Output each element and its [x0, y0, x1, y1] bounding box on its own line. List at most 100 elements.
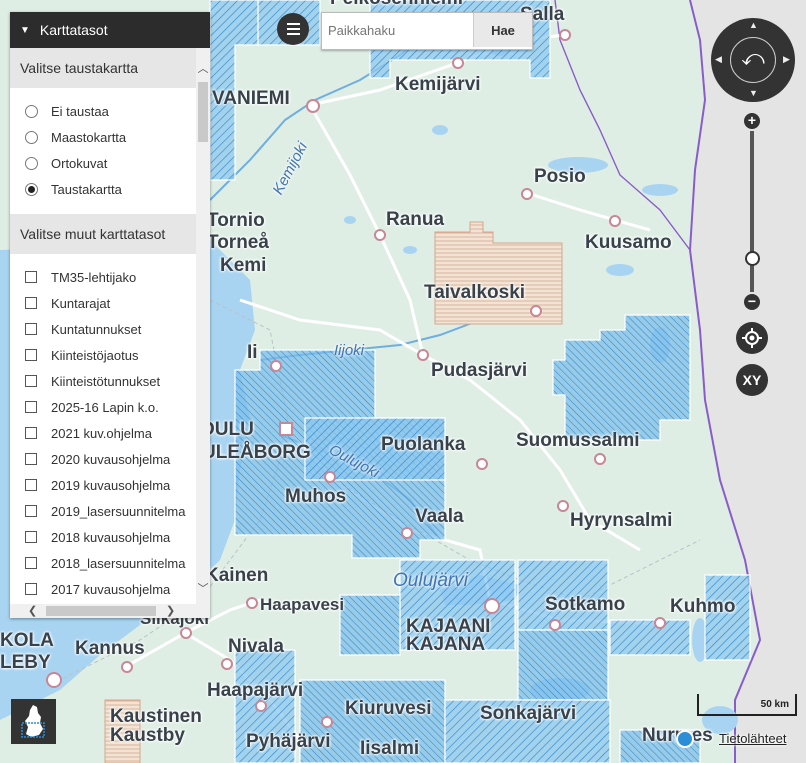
layer-option[interactable]: TM35-lehtijako — [10, 264, 196, 290]
scale-bar: 50 km — [697, 694, 797, 716]
pan-control[interactable]: ▲ ▼ ◀ ▶ ⤺ — [711, 18, 795, 102]
menu-button[interactable] — [277, 13, 309, 45]
place-label: Pudasjärvi — [431, 360, 528, 381]
layer-option[interactable]: 2021 kuv.ohjelma — [10, 420, 196, 446]
zoom-in-button[interactable]: + — [744, 113, 760, 129]
radio-button[interactable] — [25, 130, 38, 144]
layer-option[interactable]: 2025-16 Lapin k.o. — [10, 394, 196, 420]
option-label: Ortokuvat — [51, 155, 108, 171]
other-layers-section-title: Valitse muut karttatasot — [10, 214, 196, 254]
radio-button-selected[interactable] — [25, 182, 38, 196]
place-label: Kannus — [75, 638, 145, 659]
layer-label: Kiinteistöjaotus — [51, 347, 139, 363]
horizontal-scrollbar[interactable]: ❮ ❯ — [10, 604, 210, 618]
layer-option[interactable]: 2020 kuvausohjelma — [10, 446, 196, 472]
zoom-slider-handle[interactable] — [745, 251, 760, 266]
layer-label: 2019_lasersuunnitelma — [51, 503, 186, 519]
layer-option[interactable]: Kuntarajat — [10, 290, 196, 316]
place-label: ULEÅBORG — [202, 442, 311, 463]
layer-option[interactable]: 2018_lasersuunnitelma — [10, 550, 196, 576]
layer-option[interactable]: Kuntatunnukset — [10, 316, 196, 342]
radio-button[interactable] — [25, 104, 38, 118]
place-label: Kemijärvi — [395, 74, 481, 95]
locate-icon — [742, 328, 762, 348]
scroll-right-arrow-icon[interactable]: ❯ — [166, 604, 175, 618]
scroll-left-arrow-icon[interactable]: ❮ — [28, 604, 37, 618]
background-option[interactable]: Ortokuvat — [10, 150, 196, 176]
checkbox[interactable] — [25, 349, 37, 361]
checkbox[interactable] — [25, 479, 37, 491]
layer-label: 2017 kuvausohjelma — [51, 581, 171, 597]
checkbox[interactable] — [25, 427, 37, 439]
place-label: Sotkamo — [545, 594, 626, 615]
checkbox[interactable] — [25, 297, 37, 309]
hamburger-icon-line — [286, 28, 300, 30]
vertical-scrollbar[interactable]: ︿ ﹀ — [196, 48, 210, 604]
place-label: VANIEMI — [212, 88, 290, 109]
place-label: Muhos — [285, 486, 347, 507]
layer-label: 2021 kuv.ohjelma — [51, 425, 152, 441]
option-label: Ei taustaa — [51, 103, 109, 119]
layer-option[interactable]: 2017 kuvausohjelma — [10, 576, 196, 602]
layer-panel: ▼ Karttatasot Valitse taustakartta Ei ta… — [10, 12, 210, 618]
checkbox[interactable] — [25, 323, 37, 335]
place-label: Kemi — [220, 255, 267, 276]
layer-label: 2019 kuvausohjelma — [51, 477, 171, 493]
checkbox[interactable] — [25, 557, 37, 569]
pan-right-arrow-icon[interactable]: ▶ — [783, 54, 790, 65]
layer-option[interactable]: 2019 kuvausohjelma — [10, 472, 196, 498]
background-option[interactable]: Taustakartta — [10, 176, 196, 202]
reset-view-icon[interactable]: ⤺ — [739, 44, 767, 72]
checkbox[interactable] — [25, 453, 37, 465]
place-label: Iisalmi — [360, 738, 420, 759]
option-label: Maastokartta — [51, 129, 127, 145]
place-label: Pelkosenniemi — [330, 0, 463, 10]
pan-up-arrow-icon[interactable]: ▲ — [749, 20, 758, 30]
scrollbar-thumb[interactable] — [46, 606, 156, 616]
layer-label: TM35-lehtijako — [51, 269, 137, 285]
lake-label: Oulujärvi — [393, 570, 468, 591]
scroll-down-arrow-icon[interactable]: ﹀ — [196, 582, 210, 596]
checkbox[interactable] — [25, 271, 37, 283]
place-label: Nivala — [228, 636, 284, 657]
pan-down-arrow-icon[interactable]: ▼ — [749, 88, 758, 98]
locate-button[interactable] — [736, 322, 768, 354]
xy-coordinates-button[interactable]: XY — [736, 364, 768, 396]
checkbox[interactable] — [25, 505, 37, 517]
zoom-out-button[interactable]: − — [744, 294, 760, 310]
scroll-up-arrow-icon[interactable]: ︿ — [196, 62, 210, 76]
layer-option[interactable]: 2018 kuvausohjelma — [10, 524, 196, 550]
search-button[interactable]: Hae — [473, 13, 532, 47]
zoom-slider-track[interactable] — [750, 131, 754, 292]
search-input[interactable] — [322, 13, 474, 47]
checkbox[interactable] — [25, 375, 37, 387]
layer-label: 2020 kuvausohjelma — [51, 451, 171, 467]
background-option[interactable]: Ei taustaa — [10, 98, 196, 124]
place-label: Kuusamo — [585, 232, 672, 253]
place-label: KAJANA — [406, 634, 486, 655]
overview-map-button[interactable] — [11, 699, 56, 744]
place-label: Posio — [534, 166, 586, 187]
place-label: Torneå — [207, 232, 269, 253]
place-label: Haapavesi — [260, 595, 345, 614]
layer-panel-body: Valitse taustakartta Ei taustaa Maastoka… — [10, 48, 196, 604]
layer-option[interactable]: Kiinteistötunnukset — [10, 368, 196, 394]
hamburger-icon-line — [286, 33, 300, 35]
background-option[interactable]: Maastokartta — [10, 124, 196, 150]
attribution-link[interactable]: Tietolähteet — [719, 731, 786, 746]
layer-label: 2025-16 Lapin k.o. — [51, 399, 159, 415]
layer-panel-header[interactable]: ▼ Karttatasot — [10, 12, 210, 48]
radio-button[interactable] — [25, 156, 38, 170]
scrollbar-thumb[interactable] — [198, 82, 208, 142]
layer-option[interactable]: Kiinteistöjaotus — [10, 342, 196, 368]
layer-label: Kuntarajat — [51, 295, 111, 311]
layer-panel-title: Karttatasot — [39, 22, 108, 38]
layer-label: Kiinteistötunnukset — [51, 373, 161, 389]
checkbox[interactable] — [25, 583, 37, 595]
pan-left-arrow-icon[interactable]: ◀ — [715, 54, 722, 65]
checkbox[interactable] — [25, 531, 37, 543]
search-box: Hae — [321, 12, 533, 50]
layer-option[interactable]: 2019_lasersuunnitelma — [10, 498, 196, 524]
place-label: Puolanka — [381, 434, 466, 455]
checkbox[interactable] — [25, 401, 37, 413]
